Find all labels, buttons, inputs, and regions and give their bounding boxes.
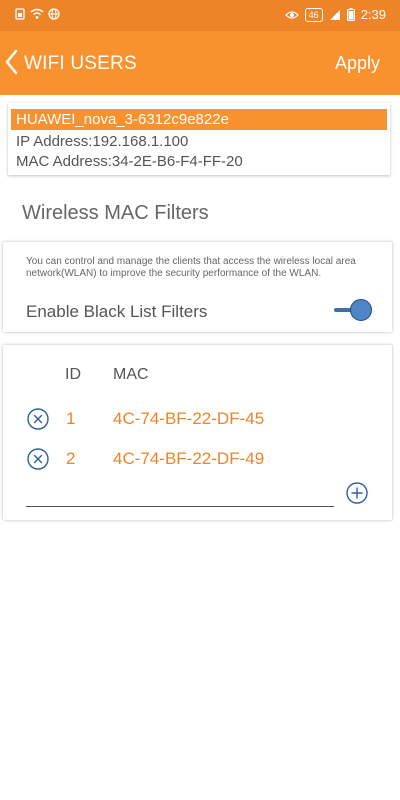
new-mac-input[interactable] [26, 484, 334, 507]
remove-mac-button[interactable] [27, 408, 49, 430]
status-icons-right: 46 2:39 [284, 7, 386, 22]
mac-list-card: ID MAC 1 4C-74-BF-22-DF-45 2 4C-74-BF-22… [3, 345, 392, 520]
sim-icon [15, 8, 25, 20]
filter-description: You can control and manage the clients t… [26, 256, 356, 279]
mac-row-address: 4C-74-BF-22-DF-49 [113, 449, 265, 468]
mac-row: 1 4C-74-BF-22-DF-45 [3, 407, 392, 431]
black-list-toggle[interactable] [330, 298, 374, 322]
plus-circle-icon [346, 482, 368, 504]
globe-icon [48, 8, 60, 20]
column-header-id: ID [65, 366, 81, 383]
status-icons-left [14, 8, 60, 20]
mac-row-address: 4C-74-BF-22-DF-45 [113, 409, 265, 428]
eye-icon [284, 10, 299, 19]
filter-settings-card: You can control and manage the clients t… [3, 242, 392, 332]
device-ip-address: IP Address:192.168.1.100 [16, 133, 189, 150]
chevron-left-icon [5, 49, 18, 75]
device-mac-address: MAC Address:34-2E-B6-F4-FF-20 [16, 153, 243, 170]
section-title: Wireless MAC Filters [22, 202, 209, 224]
network-badge: 46 [304, 7, 323, 22]
battery-icon [346, 8, 355, 21]
add-mac-button[interactable] [346, 482, 368, 504]
app-bar: WIFI USERS Apply [0, 31, 400, 95]
remove-icon [27, 448, 49, 470]
wifi-status-icon [30, 8, 44, 19]
mac-row: 2 4C-74-BF-22-DF-49 [3, 447, 392, 471]
toggle-knob [350, 299, 372, 321]
mac-row-id: 1 [66, 409, 76, 428]
apply-button[interactable]: Apply [335, 53, 380, 74]
status-bar: 46 2:39 [0, 0, 400, 31]
remove-icon [27, 408, 49, 430]
signal-icon [329, 9, 340, 20]
device-card: HUAWEI_nova_3-6312c9e822e IP Address:192… [8, 103, 390, 175]
device-name: HUAWEI_nova_3-6312c9e822e [11, 109, 387, 130]
remove-mac-button[interactable] [27, 448, 49, 470]
column-header-mac: MAC [113, 366, 149, 383]
page-title: WIFI USERS [24, 53, 137, 74]
black-list-label: Enable Black List Filters [26, 302, 208, 321]
mac-row-id: 2 [66, 449, 76, 468]
status-time: 2:39 [360, 7, 386, 22]
